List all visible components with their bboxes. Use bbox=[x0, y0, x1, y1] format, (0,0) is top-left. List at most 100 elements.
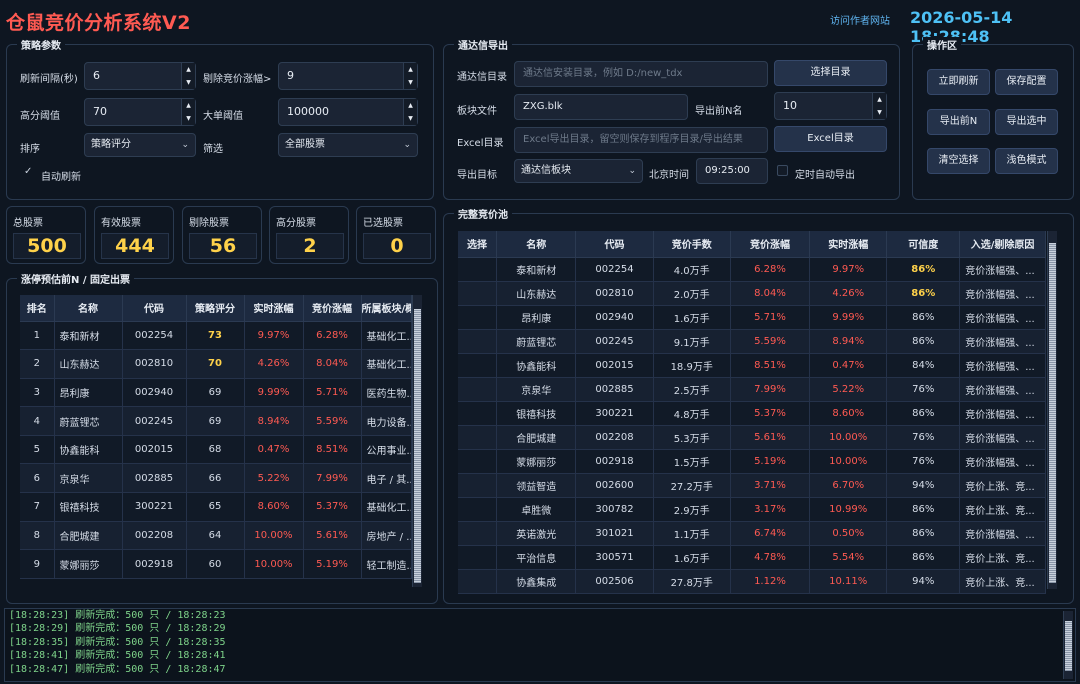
spin-up-icon[interactable]: ▲ bbox=[404, 99, 417, 112]
table-row[interactable]: 9蒙娜丽莎0029186010.00%5.19%轻工制造... bbox=[20, 549, 412, 579]
high-score-spinner[interactable]: 70 ▲ ▼ bbox=[84, 98, 196, 126]
table-row[interactable]: 合肥城建 002208 5.3万手 5.61% 10.00% 76% 竞价涨幅强、... bbox=[458, 425, 1046, 450]
spin-down-icon[interactable]: ▼ bbox=[404, 112, 417, 125]
table-row[interactable]: 蔚蓝锂芯 002245 9.1万手 5.59% 8.94% 86% 竞价涨幅强、... bbox=[458, 329, 1046, 354]
select-cell[interactable] bbox=[458, 329, 498, 354]
col-header[interactable]: 策略评分 bbox=[186, 295, 245, 322]
select-cell[interactable] bbox=[458, 569, 498, 594]
select-cell[interactable] bbox=[458, 281, 498, 306]
scroll-thumb[interactable] bbox=[1049, 243, 1056, 583]
select-cell[interactable] bbox=[458, 377, 498, 402]
spin-up-icon[interactable]: ▲ bbox=[182, 99, 195, 112]
spin-down-icon[interactable]: ▼ bbox=[404, 76, 417, 89]
excel-dir-input[interactable]: Excel导出目录，留空则保存到程序目录/导出结果 bbox=[514, 127, 768, 153]
table-row[interactable]: 6 京泉华 002885 66 5.22% 7.99% 电子 / 其... bbox=[20, 463, 412, 494]
auto-refresh-label[interactable]: 自动刷新 bbox=[41, 168, 81, 183]
col-header[interactable]: 名称 bbox=[54, 295, 123, 322]
tdx-dir-input[interactable]: 通达信安装目录，例如 D:/new_tdx bbox=[514, 61, 768, 87]
table-row[interactable]: 4蔚蓝锂芯002245698.94%5.59%电力设备... bbox=[20, 406, 412, 436]
table-row[interactable]: 8 合肥城建 002208 64 10.00% 5.61% 房地产 / ... bbox=[20, 521, 412, 551]
table-row[interactable]: 协鑫能科 002015 18.9万手 8.51% 0.47% 84% 竞价涨幅强、... bbox=[458, 353, 1046, 378]
spin-down-icon[interactable]: ▼ bbox=[873, 106, 886, 119]
table-row[interactable]: 泰和新材 002254 4.0万手 6.28% 9.97% 86% 竞价涨幅强、... bbox=[458, 257, 1046, 282]
col-header[interactable]: 竞价涨幅 bbox=[303, 295, 362, 322]
table-row[interactable]: 昂利康 002940 1.6万手 5.71% 9.99% 86% 竞价涨幅强、... bbox=[458, 305, 1046, 330]
export-target-select[interactable]: 通达信板块 ⌄ bbox=[514, 159, 643, 183]
col-header[interactable]: 排名 bbox=[20, 295, 55, 322]
spinner-arrows[interactable]: ▲ ▼ bbox=[403, 99, 417, 125]
col-header[interactable]: 竞价手数 bbox=[653, 231, 731, 258]
scroll-thumb[interactable] bbox=[1065, 621, 1072, 671]
export-topn-button[interactable]: 导出前N bbox=[927, 109, 990, 135]
filter-select[interactable]: 全部股票 ⌄ bbox=[278, 133, 418, 157]
clear-selection-button[interactable]: 清空选择 bbox=[927, 148, 990, 174]
table-row[interactable]: 卓胜微 300782 2.9万手 3.17% 10.99% 86% 竞价上涨、竞... bbox=[458, 497, 1046, 522]
table-row[interactable]: 1泰和新材002254739.97%6.28%基础化工... bbox=[20, 321, 412, 351]
save-config-button[interactable]: 保存配置 bbox=[995, 69, 1058, 95]
refresh-interval-spinner[interactable]: 6 ▲ ▼ bbox=[84, 62, 196, 90]
sort-select[interactable]: 策略评分 ⌄ bbox=[84, 133, 196, 157]
table-row[interactable]: 银禧科技 300221 4.8万手 5.37% 8.60% 86% 竞价涨幅强、... bbox=[458, 401, 1046, 426]
spin-up-icon[interactable]: ▲ bbox=[873, 93, 886, 106]
table-row[interactable]: 京泉华 002885 2.5万手 7.99% 5.22% 76% 竞价涨幅强、... bbox=[458, 377, 1046, 402]
spinner-arrows[interactable]: ▲ ▼ bbox=[872, 93, 886, 119]
table-row[interactable]: 7银禧科技300221658.60%5.37%基础化工... bbox=[20, 492, 412, 522]
col-header[interactable]: 实时涨幅 bbox=[809, 231, 888, 258]
select-cell[interactable] bbox=[458, 425, 498, 450]
col-header[interactable]: 名称 bbox=[496, 231, 577, 258]
excel-dir-button[interactable]: Excel目录 bbox=[774, 126, 887, 152]
table-row[interactable]: 蒙娜丽莎 002918 1.5万手 5.19% 10.00% 76% 竞价涨幅强、... bbox=[458, 449, 1046, 474]
col-header[interactable]: 所属板块/概 bbox=[361, 295, 412, 322]
light-mode-button[interactable]: 浅色模式 bbox=[995, 148, 1058, 174]
scroll-thumb[interactable] bbox=[414, 309, 421, 583]
exclude-threshold-spinner[interactable]: 9 ▲ ▼ bbox=[278, 62, 418, 90]
select-cell[interactable] bbox=[458, 449, 498, 474]
col-header[interactable]: 选择 bbox=[458, 231, 498, 258]
col-header[interactable]: 代码 bbox=[122, 295, 187, 322]
col-header[interactable]: 代码 bbox=[575, 231, 654, 258]
table-row[interactable]: 5协鑫能科002015680.47%8.51%公用事业... bbox=[20, 435, 412, 465]
col-header[interactable]: 竞价涨幅 bbox=[730, 231, 811, 258]
block-file-input[interactable]: ZXG.blk bbox=[514, 94, 688, 120]
auto-refresh-checkmark-icon[interactable]: ✓ bbox=[24, 166, 32, 177]
table-row[interactable]: 平治信息 300571 1.6万手 4.78% 5.54% 86% 竞价上涨、竞... bbox=[458, 545, 1046, 570]
table-cell: 竞价涨幅强、... bbox=[959, 401, 1046, 426]
choose-dir-button[interactable]: 选择目录 bbox=[774, 60, 887, 86]
refresh-now-button[interactable]: 立即刷新 bbox=[927, 69, 990, 95]
table-row[interactable]: 英诺激光 301021 1.1万手 6.74% 0.50% 86% 竞价涨幅强、... bbox=[458, 521, 1046, 546]
stat-value: 0 bbox=[363, 233, 431, 259]
spinner-arrows[interactable]: ▲ ▼ bbox=[403, 63, 417, 89]
table-row[interactable]: 山东赫达 002810 2.0万手 8.04% 4.26% 86% 竞价涨幅强、... bbox=[458, 281, 1046, 306]
table-row[interactable]: 3昂利康002940699.99%5.71%医药生物... bbox=[20, 378, 412, 408]
select-cell[interactable] bbox=[458, 521, 498, 546]
spin-down-icon[interactable]: ▼ bbox=[182, 76, 195, 89]
table-row[interactable]: 2山东赫达002810704.26%8.04%基础化工... bbox=[20, 349, 412, 379]
big-order-spinner[interactable]: 100000 ▲ ▼ bbox=[278, 98, 418, 126]
table-row[interactable]: 协鑫集成 002506 27.8万手 1.12% 10.11% 94% 竞价上涨、竞... bbox=[458, 569, 1046, 594]
timer-export-label[interactable]: 定时自动导出 bbox=[795, 166, 855, 181]
limit-table-scrollbar[interactable] bbox=[412, 295, 422, 587]
select-cell[interactable] bbox=[458, 401, 498, 426]
topn-spinner[interactable]: 10 ▲ ▼ bbox=[774, 92, 887, 120]
col-header[interactable]: 入选/剔除原因 bbox=[959, 231, 1046, 258]
select-cell[interactable] bbox=[458, 497, 498, 522]
select-cell[interactable] bbox=[458, 473, 498, 498]
spinner-arrows[interactable]: ▲ ▼ bbox=[181, 63, 195, 89]
select-cell[interactable] bbox=[458, 257, 498, 282]
spin-up-icon[interactable]: ▲ bbox=[404, 63, 417, 76]
spinner-arrows[interactable]: ▲ ▼ bbox=[181, 99, 195, 125]
author-link[interactable]: 访问作者网站 bbox=[830, 12, 890, 27]
export-selected-button[interactable]: 导出选中 bbox=[995, 109, 1058, 135]
col-header[interactable]: 可信度 bbox=[886, 231, 961, 258]
spin-down-icon[interactable]: ▼ bbox=[182, 112, 195, 125]
col-header[interactable]: 实时涨幅 bbox=[244, 295, 304, 322]
export-time-input[interactable]: 09:25:00 bbox=[696, 158, 768, 184]
select-cell[interactable] bbox=[458, 353, 498, 378]
log-scrollbar[interactable] bbox=[1063, 611, 1073, 679]
pool-table-scrollbar[interactable] bbox=[1047, 231, 1057, 589]
table-row[interactable]: 领益智造 002600 27.2万手 3.71% 6.70% 94% 竞价上涨、竞... bbox=[458, 473, 1046, 498]
select-cell[interactable] bbox=[458, 545, 498, 570]
select-cell[interactable] bbox=[458, 305, 498, 330]
timer-export-checkbox[interactable] bbox=[777, 165, 788, 176]
spin-up-icon[interactable]: ▲ bbox=[182, 63, 195, 76]
